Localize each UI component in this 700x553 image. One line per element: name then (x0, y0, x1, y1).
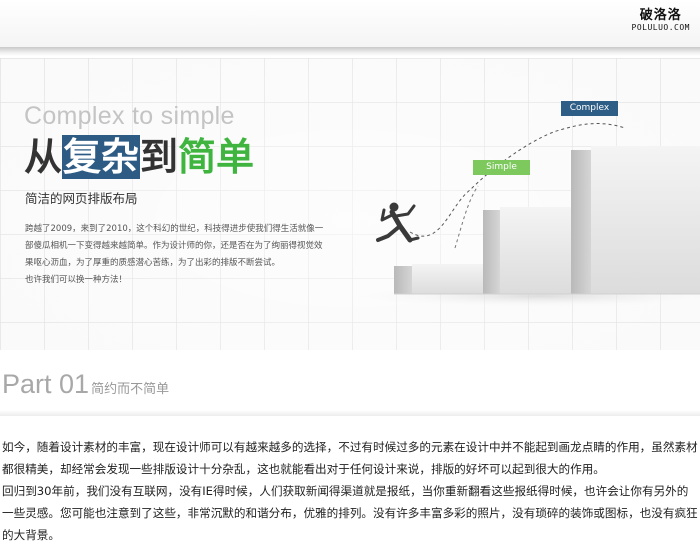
article-paragraph: 如今，随着设计素材的丰富，现在设计师可以有越来越多的选择，不过有时候过多的元素在… (2, 440, 698, 476)
article-body: 如今，随着设计素材的丰富，现在设计师可以有越来越多的选择，不过有时候过多的元素在… (2, 436, 698, 546)
hero-english-heading: Complex to simple (24, 102, 235, 130)
title-part-simple: 简单 (178, 135, 255, 179)
top-header-bar: 破洛洛 POLULUO.COM (0, 0, 700, 48)
header-shadow-divider (0, 47, 700, 56)
hero-subtitle: 简洁的网页排版布局 (25, 191, 138, 206)
description-line: 也许我们可以换一种方法！ (25, 275, 128, 285)
step-2-side (483, 210, 501, 294)
hero-title: 从复杂到简单 (24, 134, 254, 180)
article-paragraph: 回归到30年前，我们没有互联网，没有IE得时候，人们获取新闻得渠道就是报纸，当你… (2, 484, 698, 542)
part-number: Part 01 (2, 369, 90, 399)
section-heading: Part 01 简约而不简单 (2, 369, 169, 400)
part-subtitle: 简约而不简单 (91, 382, 170, 397)
description-line: 果呕心沥血，为了厚重的质感潜心苦练，为了出彩的排版不断尝试。 (25, 258, 281, 268)
title-part-complex: 复杂 (62, 135, 141, 179)
step-3-side (571, 150, 593, 294)
logo-name-cn: 破洛洛 (639, 8, 682, 23)
complex-label-tag: Complex (561, 101, 618, 116)
description-line: 部傻瓜相机一下变得越来越简单。作为设计师的你，还是否在为了绚丽得视觉效 (25, 241, 323, 251)
step-1-side (394, 266, 414, 294)
step-3-front (591, 146, 700, 294)
description-line: 跨越了2009，来到了2010，这个科幻的世纪，科技得进步使我们得生活就像一 (25, 224, 324, 234)
site-logo[interactable]: 破洛洛 POLULUO.COM (632, 8, 690, 33)
logo-domain: POLULUO.COM (631, 23, 690, 32)
section-divider (0, 410, 700, 416)
title-part-from: 从 (24, 135, 63, 179)
running-figure-icon (376, 202, 420, 243)
jump-path-to-simple (454, 185, 479, 249)
hero-description: 跨越了2009，来到了2010，这个科幻的世纪，科技得进步使我们得生活就像一 部… (25, 221, 365, 289)
simple-label-tag: Simple (473, 160, 530, 175)
title-part-to: 到 (140, 135, 179, 179)
